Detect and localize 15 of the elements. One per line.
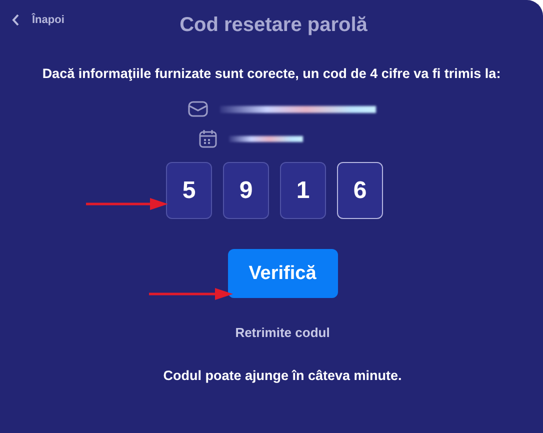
- code-digit-field[interactable]: 1: [280, 162, 326, 219]
- code-digit-field[interactable]: 6: [337, 162, 383, 219]
- code-digit-field[interactable]: 5: [166, 162, 212, 219]
- annotation-arrow-icon: [149, 288, 233, 300]
- code-digit-field[interactable]: 9: [223, 162, 269, 219]
- verify-button[interactable]: Verifică: [228, 249, 338, 298]
- calendar-icon: [198, 129, 216, 148]
- back-button[interactable]: Înapoi: [10, 12, 66, 28]
- delivery-note: Codul poate ajunge în câteva minute.: [163, 368, 402, 383]
- page-title: Cod resetare parolă: [180, 14, 368, 37]
- resend-code-link[interactable]: Retrimite codul: [235, 325, 330, 340]
- intro-text: Dacă informaţiile furnizate sunt corecte, un cod de 4 cifre va fi trimis la:: [42, 66, 501, 81]
- envelope-icon: [188, 101, 208, 117]
- annotation-arrow-icon: [86, 198, 168, 210]
- chevron-left-icon: [12, 14, 20, 26]
